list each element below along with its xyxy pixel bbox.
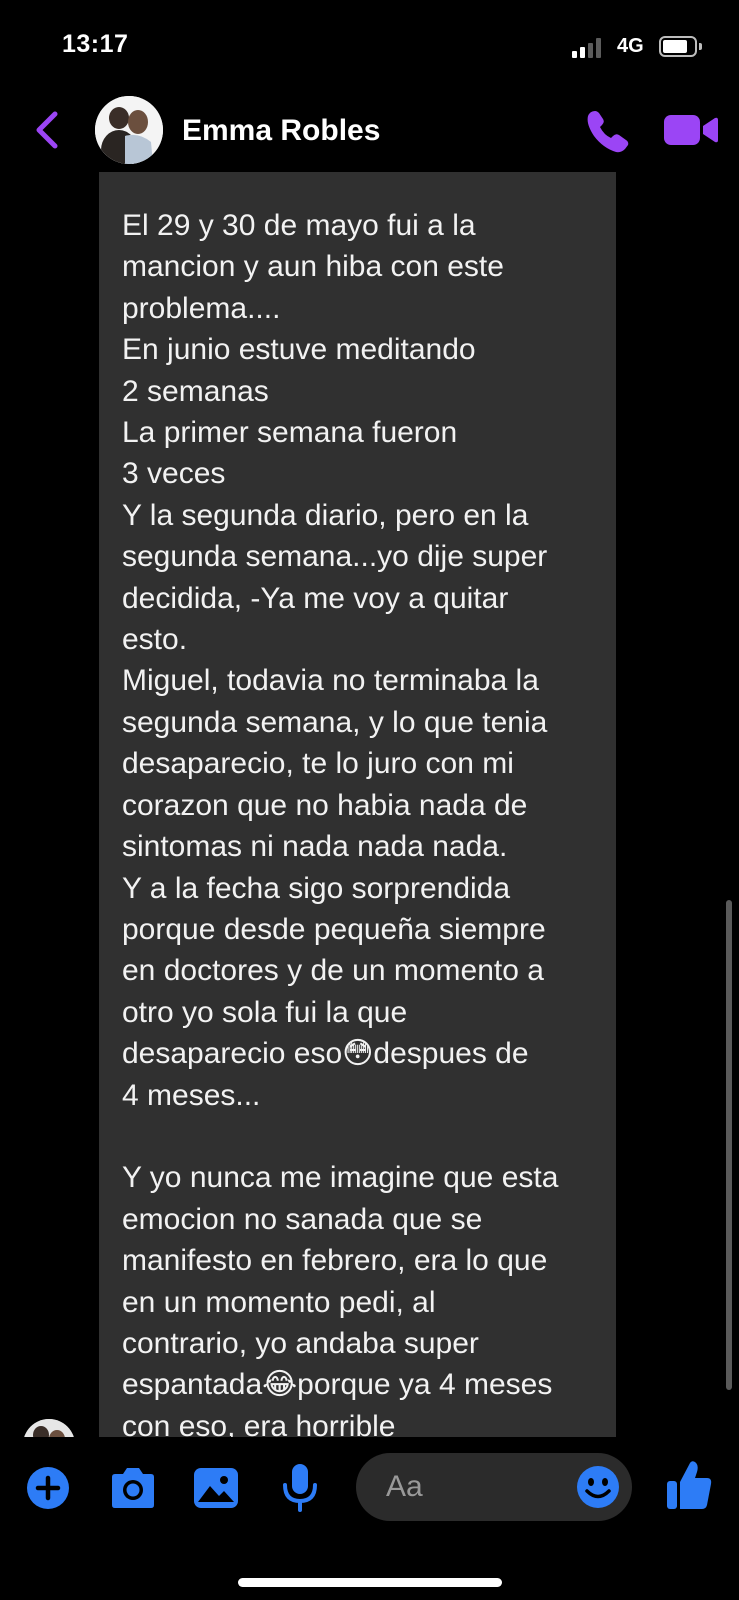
chevron-left-icon[interactable]	[30, 110, 66, 150]
contact-avatar[interactable]	[95, 96, 163, 164]
microphone-icon[interactable]	[280, 1463, 320, 1513]
sender-avatar	[23, 1419, 75, 1437]
plus-icon[interactable]	[27, 1467, 69, 1509]
home-indicator[interactable]	[238, 1578, 502, 1587]
thumbs-up-icon[interactable]	[666, 1459, 712, 1511]
camera-icon[interactable]	[108, 1467, 158, 1509]
status-bar: 13:17 4G	[0, 0, 739, 90]
message-text: El 29 y 30 de mayo fui a la mancion y au…	[122, 209, 559, 1437]
image-icon[interactable]	[193, 1465, 239, 1511]
composer-bar	[0, 1437, 739, 1600]
smiley-icon[interactable]	[576, 1465, 620, 1509]
chat-header: Emma Robles	[0, 90, 739, 172]
signal-strength-icon	[572, 36, 606, 58]
message-thread[interactable]: El 29 y 30 de mayo fui a la mancion y au…	[0, 172, 739, 1437]
phone-icon[interactable]	[585, 108, 631, 154]
contact-name[interactable]: Emma Robles	[182, 114, 380, 148]
battery-tip	[699, 43, 702, 50]
status-time: 13:17	[62, 30, 129, 58]
scrollbar[interactable]	[726, 900, 732, 1390]
battery-icon	[659, 36, 697, 57]
video-camera-icon[interactable]	[664, 112, 718, 148]
network-type: 4G	[617, 35, 644, 57]
